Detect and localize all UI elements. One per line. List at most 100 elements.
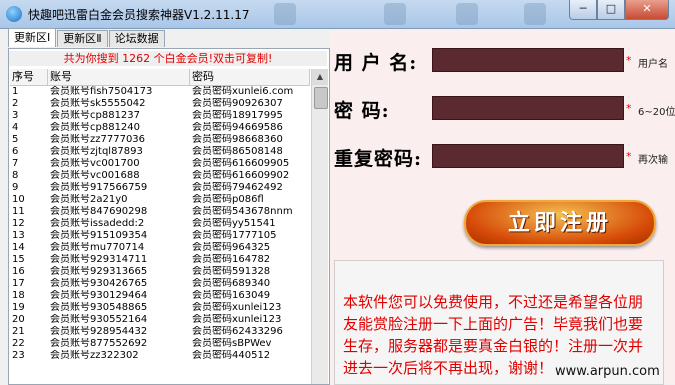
cell-account: 会员账号cp881240 bbox=[50, 122, 141, 133]
table-row[interactable]: 14 会员账号mu770714 会员密码964325 bbox=[10, 242, 310, 254]
cell-index: 22 bbox=[12, 338, 25, 349]
password-hint: 6~20位 bbox=[638, 107, 675, 118]
app-icon bbox=[6, 6, 22, 22]
cell-password: 会员密码xunlei6.com bbox=[192, 86, 294, 97]
column-header-password[interactable]: 密码 bbox=[190, 69, 310, 85]
table-row[interactable]: 7 会员账号vc001700 会员密码616609905 bbox=[10, 158, 310, 170]
result-banner: 共为你搜到 1262 个白金会员!双击可复制! bbox=[9, 51, 327, 66]
confirm-password-field[interactable] bbox=[432, 144, 624, 168]
table-header: 序号 账号 密码 bbox=[10, 69, 310, 86]
username-label: 用 户 名: bbox=[334, 52, 418, 74]
background-app-icon bbox=[384, 3, 406, 25]
tab-update-1[interactable]: 更新区Ⅰ bbox=[8, 28, 57, 47]
maximize-button[interactable]: □ bbox=[597, 0, 625, 20]
window-controls: ─ □ ✕ bbox=[569, 0, 669, 20]
register-button[interactable]: 立即注册 bbox=[464, 200, 656, 246]
cell-account: 会员账号930426765 bbox=[50, 278, 148, 289]
cell-password: 会员密码p086fl bbox=[192, 194, 264, 205]
username-field[interactable] bbox=[432, 48, 624, 72]
cell-account: 会员账号929313665 bbox=[50, 266, 148, 277]
required-mark: * bbox=[626, 102, 632, 115]
cell-password: 会员密码440512 bbox=[192, 350, 271, 361]
cell-account: 会员账号zz322302 bbox=[50, 350, 139, 361]
cell-account: 会员账号mu770714 bbox=[50, 242, 145, 253]
table-row[interactable]: 4 会员账号cp881240 会员密码94669586 bbox=[10, 122, 310, 134]
cell-account: 会员账号issadedd:2 bbox=[50, 218, 145, 229]
column-header-index[interactable]: 序号 bbox=[10, 69, 48, 85]
cell-password: 会员密码xunlei123 bbox=[192, 302, 282, 313]
cell-account: 会员账号930548865 bbox=[50, 302, 148, 313]
password-field[interactable] bbox=[432, 96, 624, 120]
cell-index: 8 bbox=[12, 170, 19, 181]
cell-password: 会员密码yy51541 bbox=[192, 218, 276, 229]
cell-password: 会员密码689340 bbox=[192, 278, 271, 289]
cell-index: 2 bbox=[12, 98, 19, 109]
cell-password: 会员密码1777105 bbox=[192, 230, 277, 241]
cell-index: 12 bbox=[12, 218, 25, 229]
column-header-account[interactable]: 账号 bbox=[48, 69, 190, 85]
table-row[interactable]: 20 会员账号930552164 会员密码xunlei123 bbox=[10, 314, 310, 326]
table-row[interactable]: 12 会员账号issadedd:2 会员密码yy51541 bbox=[10, 218, 310, 230]
cell-account: 会员账号2a21y0 bbox=[50, 194, 128, 205]
tab-update-2[interactable]: 更新区Ⅱ bbox=[57, 30, 108, 47]
table-row[interactable]: 10 会员账号2a21y0 会员密码p086fl bbox=[10, 194, 310, 206]
table-row[interactable]: 13 会员账号915109354 会员密码1777105 bbox=[10, 230, 310, 242]
minimize-button[interactable]: ─ bbox=[569, 0, 597, 20]
table-row[interactable]: 21 会员账号928954432 会员密码62433296 bbox=[10, 326, 310, 338]
scroll-thumb[interactable] bbox=[314, 87, 328, 109]
scroll-up-arrow-icon[interactable]: ▲ bbox=[312, 69, 328, 85]
background-app-icon bbox=[524, 3, 546, 25]
table-row[interactable]: 1 会员账号fish7504173 会员密码xunlei6.com bbox=[10, 86, 310, 98]
table-row[interactable]: 6 会员账号zjtql87893 会员密码86508148 bbox=[10, 146, 310, 158]
table-row[interactable]: 9 会员账号917566759 会员密码79462492 bbox=[10, 182, 310, 194]
tab-bar: 更新区Ⅰ 更新区Ⅱ 论坛数据 bbox=[8, 28, 166, 48]
background-app-icon bbox=[456, 3, 478, 25]
table-row[interactable]: 11 会员账号847690298 会员密码543678nnm bbox=[10, 206, 310, 218]
cell-index: 6 bbox=[12, 146, 19, 157]
cell-index: 21 bbox=[12, 326, 25, 337]
table-row[interactable]: 17 会员账号930426765 会员密码689340 bbox=[10, 278, 310, 290]
watermark-text: www.arpun.com bbox=[555, 364, 660, 379]
cell-account: 会员账号930552164 bbox=[50, 314, 148, 325]
table-row[interactable]: 15 会员账号929314711 会员密码164782 bbox=[10, 254, 310, 266]
cell-account: 会员账号sk5555042 bbox=[50, 98, 146, 109]
cell-account: 会员账号vc001688 bbox=[50, 170, 140, 181]
table-row[interactable]: 16 会员账号929313665 会员密码591328 bbox=[10, 266, 310, 278]
table-row[interactable]: 3 会员账号cp881237 会员密码18917995 bbox=[10, 110, 310, 122]
table-row[interactable]: 23 会员账号zz322302 会员密码440512 bbox=[10, 350, 310, 362]
cell-account: 会员账号917566759 bbox=[50, 182, 148, 193]
table-body: 1 会员账号fish7504173 会员密码xunlei6.com 2 会员账号sk55… bbox=[10, 86, 310, 362]
title-bar: 快趣吧迅雷白金会员搜索神器V1.2.11.17 ─ □ ✕ bbox=[0, 0, 675, 29]
background-app-icon bbox=[274, 3, 296, 25]
table-row[interactable]: 18 会员账号930129464 会员密码163049 bbox=[10, 290, 310, 302]
cell-password: 会员密码616609905 bbox=[192, 158, 290, 169]
tab-forum-data[interactable]: 论坛数据 bbox=[108, 30, 165, 47]
cell-index: 11 bbox=[12, 206, 25, 217]
table-row[interactable]: 8 会员账号vc001688 会员密码616609902 bbox=[10, 170, 310, 182]
cell-password: 会员密码163049 bbox=[192, 290, 271, 301]
cell-index: 1 bbox=[12, 86, 19, 97]
vertical-scrollbar[interactable]: ▲ bbox=[311, 69, 328, 384]
table-row[interactable]: 5 会员账号zz7777036 会员密码98668360 bbox=[10, 134, 310, 146]
cell-index: 3 bbox=[12, 110, 19, 121]
cell-password: 会员密码94669586 bbox=[192, 122, 283, 133]
close-button[interactable]: ✕ bbox=[625, 0, 669, 20]
window-title: 快趣吧迅雷白金会员搜索神器V1.2.11.17 bbox=[28, 8, 250, 22]
username-hint: 用户名 bbox=[638, 59, 668, 70]
cell-account: 会员账号877552692 bbox=[50, 338, 148, 349]
register-panel: 用 户 名: * 用户名 密 码: * 6~20位 重复密码: * 再次输 立即… bbox=[330, 30, 675, 385]
cell-password: 会员密码86508148 bbox=[192, 146, 283, 157]
required-mark: * bbox=[626, 54, 632, 67]
confirm-password-hint: 再次输 bbox=[638, 155, 668, 166]
table-row[interactable]: 2 会员账号sk5555042 会员密码90926307 bbox=[10, 98, 310, 110]
cell-account: 会员账号vc001700 bbox=[50, 158, 140, 169]
cell-account: 会员账号930129464 bbox=[50, 290, 148, 301]
cell-index: 9 bbox=[12, 182, 19, 193]
cell-index: 19 bbox=[12, 302, 25, 313]
cell-index: 10 bbox=[12, 194, 25, 205]
cell-index: 20 bbox=[12, 314, 25, 325]
cell-index: 17 bbox=[12, 278, 25, 289]
table-row[interactable]: 19 会员账号930548865 会员密码xunlei123 bbox=[10, 302, 310, 314]
account-table: 序号 账号 密码 1 会员账号fish7504173 会员密码xunlei6.com… bbox=[10, 69, 310, 384]
table-row[interactable]: 22 会员账号877552692 会员密码sBPWev bbox=[10, 338, 310, 350]
